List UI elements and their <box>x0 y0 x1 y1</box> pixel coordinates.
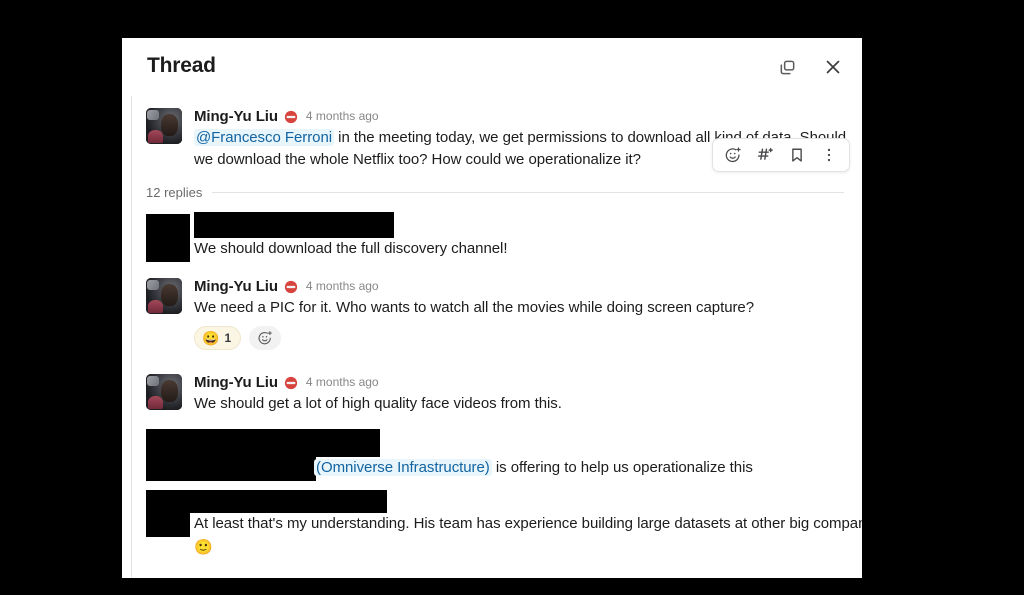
message-header: Ming-Yu Liu 4 months ago <box>194 106 846 126</box>
redaction-text-4 <box>146 455 316 481</box>
reply-message-3[interactable]: Ming-Yu Liu 4 months ago We should get a… <box>132 366 862 419</box>
message-text-body: At least that's my understanding. His te… <box>194 515 862 532</box>
more-actions-icon[interactable] <box>813 141 845 169</box>
replies-count[interactable]: 12 replies <box>146 185 202 200</box>
message-header: Ming-Yu Liu 4 months ago <box>194 276 846 296</box>
reply-message-1[interactable]: We should download the full discovery ch… <box>132 204 862 262</box>
replies-divider-line <box>212 192 844 193</box>
message-text: At least that's my understanding. His te… <box>194 513 862 559</box>
reaction-count: 1 <box>224 331 232 345</box>
avatar-photo-accent <box>148 300 163 313</box>
avatar-photo-accent <box>148 396 163 409</box>
header-actions <box>772 52 848 82</box>
close-icon[interactable] <box>818 52 848 82</box>
replies-divider: 12 replies <box>146 185 862 200</box>
avatar-photo-accent <box>148 130 163 143</box>
message-timestamp[interactable]: 4 months ago <box>306 279 379 293</box>
no-entry-emoji <box>284 376 298 390</box>
message-author[interactable]: Ming-Yu Liu <box>194 108 278 125</box>
share-to-channel-icon[interactable] <box>749 141 781 169</box>
message-text: We should download the full discovery ch… <box>194 240 508 257</box>
screenshot-stage: Thread Ming-Yu Liu 4 months ago @Frances… <box>0 0 1024 595</box>
message-text: We need a PIC for it. Who wants to watch… <box>194 299 755 316</box>
reply-message-5[interactable]: At least that's my understanding. His te… <box>132 481 862 557</box>
avatar-photo-face <box>161 284 178 307</box>
thread-panel: Thread Ming-Yu Liu 4 months ago @Frances… <box>122 38 862 578</box>
thread-message-list[interactable]: Ming-Yu Liu 4 months ago @Francesco Ferr… <box>132 96 862 578</box>
bookmark-icon[interactable] <box>781 141 813 169</box>
add-reaction-icon[interactable] <box>249 326 282 350</box>
avatar[interactable] <box>146 278 182 314</box>
avatar-photo-highlight <box>146 376 159 386</box>
redaction-author-4 <box>146 429 380 457</box>
message-text: We should get a lot of high quality face… <box>194 395 562 412</box>
group-mention[interactable]: (Omniverse Infrastructure) <box>314 459 492 476</box>
message-text-body: is offering to help us operationalize th… <box>491 459 753 476</box>
avatar-photo-highlight <box>146 110 159 120</box>
thread-header: Thread <box>122 38 862 97</box>
no-entry-emoji <box>284 280 298 294</box>
message-text: (Omniverse Infrastructure) is offering t… <box>314 457 862 479</box>
page-title: Thread <box>147 54 216 77</box>
avatar[interactable] <box>146 374 182 410</box>
open-in-new-window-icon[interactable] <box>772 52 802 82</box>
add-reaction-icon[interactable] <box>717 141 749 169</box>
redaction-author-1 <box>194 212 394 238</box>
avatar-photo-highlight <box>146 280 159 290</box>
grinning-face-emoji: 😀 <box>202 330 220 346</box>
slightly-smiling-face-emoji: 🙂 <box>194 539 213 556</box>
redaction-avatar-1 <box>146 214 190 262</box>
message-author[interactable]: Ming-Yu Liu <box>194 374 278 391</box>
reply-message-2[interactable]: Ming-Yu Liu 4 months ago We need a PIC f… <box>132 270 862 354</box>
reply-message-4[interactable]: (Omniverse Infrastructure) is offering t… <box>132 421 862 481</box>
message-header: Ming-Yu Liu 4 months ago <box>194 372 846 392</box>
no-entry-emoji <box>284 110 298 124</box>
avatar-photo-face <box>161 380 178 403</box>
message-reactions: 😀 1 <box>194 326 846 350</box>
avatar-photo-face <box>161 114 178 137</box>
redaction-author-5 <box>146 490 387 513</box>
message-timestamp[interactable]: 4 months ago <box>306 109 379 123</box>
message-timestamp[interactable]: 4 months ago <box>306 375 379 389</box>
message-author[interactable]: Ming-Yu Liu <box>194 278 278 295</box>
reaction-grinning-face[interactable]: 😀 1 <box>194 326 242 350</box>
message-hover-toolbar[interactable] <box>712 138 850 172</box>
avatar[interactable] <box>146 108 182 144</box>
user-mention[interactable]: @Francesco Ferroni <box>194 129 335 146</box>
